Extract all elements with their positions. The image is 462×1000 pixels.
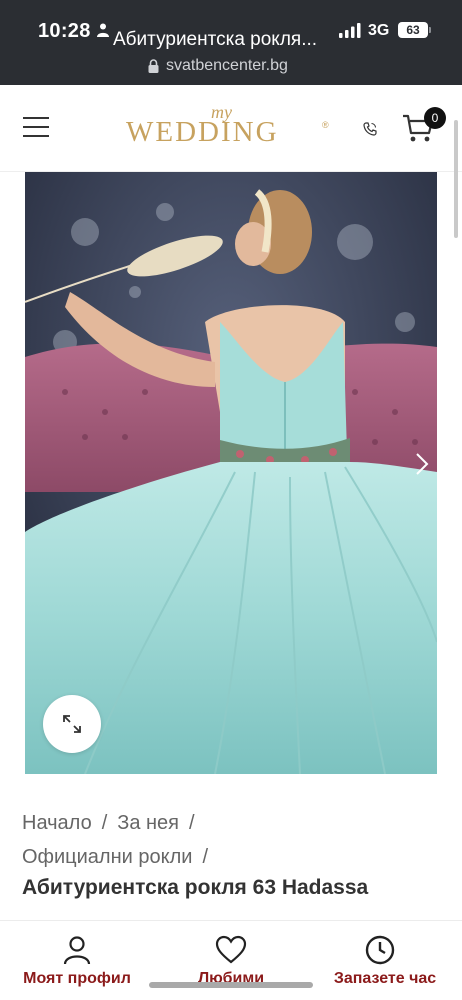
breadcrumb-home-link[interactable]: Начало bbox=[22, 812, 92, 834]
url-bar[interactable]: svatbencenter.bg bbox=[166, 57, 288, 75]
site-header: my WEDDING ® 0 bbox=[0, 85, 462, 172]
logo-registered-mark: ® bbox=[322, 120, 329, 130]
breadcrumb-separator: / bbox=[101, 812, 108, 834]
heart-icon bbox=[215, 935, 247, 964]
clock-icon bbox=[365, 935, 395, 965]
network-type: 3G bbox=[368, 22, 390, 39]
nav-favorites[interactable]: Любими bbox=[154, 921, 308, 1000]
cart-count-badge[interactable]: 0 bbox=[424, 107, 446, 129]
breadcrumb-formal-dresses-link[interactable]: Официални рокли bbox=[22, 846, 192, 868]
breadcrumb-separator: / bbox=[189, 812, 195, 834]
nav-label-book: Запазете час bbox=[333, 970, 437, 987]
status-bar: 10:28 Абитуриентска рокля... 3G 63 svatb… bbox=[0, 0, 462, 85]
product-photo-illustration bbox=[25, 172, 437, 774]
user-icon bbox=[63, 936, 91, 965]
site-logo[interactable]: my WEDDING ® bbox=[126, 100, 331, 160]
expand-icon bbox=[63, 715, 81, 733]
breadcrumb-separator: / bbox=[202, 846, 209, 868]
nav-my-profile[interactable]: Моят профил bbox=[0, 921, 154, 1000]
lock-icon bbox=[148, 59, 159, 73]
bottom-navigation: Моят профил Любими Запазете час bbox=[0, 920, 462, 1000]
product-title: Абитуриентска рокля 63 Hadassa bbox=[22, 876, 369, 899]
battery-tip bbox=[429, 27, 431, 33]
zoom-button[interactable] bbox=[43, 695, 101, 753]
hamburger-menu-icon[interactable] bbox=[23, 117, 49, 137]
breadcrumb: Начало / За нея / Официални рокли / bbox=[22, 806, 442, 874]
nav-book-appointment[interactable]: Запазете час bbox=[308, 921, 462, 1000]
home-indicator[interactable] bbox=[149, 982, 313, 988]
nav-label-profile: Моят профил bbox=[23, 970, 131, 987]
scrollbar[interactable] bbox=[454, 120, 458, 238]
phone-icon[interactable] bbox=[363, 122, 377, 136]
next-image-chevron-icon[interactable] bbox=[414, 452, 430, 476]
battery-level: 63 bbox=[398, 22, 428, 38]
person-icon bbox=[97, 23, 109, 37]
logo-wedding-text: WEDDING bbox=[126, 116, 279, 148]
breadcrumb-for-her-link[interactable]: За нея bbox=[117, 812, 179, 834]
product-image[interactable] bbox=[25, 172, 437, 774]
status-time: 10:28 bbox=[38, 20, 91, 42]
signal-icon bbox=[339, 23, 361, 38]
tab-title[interactable]: Абитуриентска рокля... bbox=[113, 29, 317, 51]
